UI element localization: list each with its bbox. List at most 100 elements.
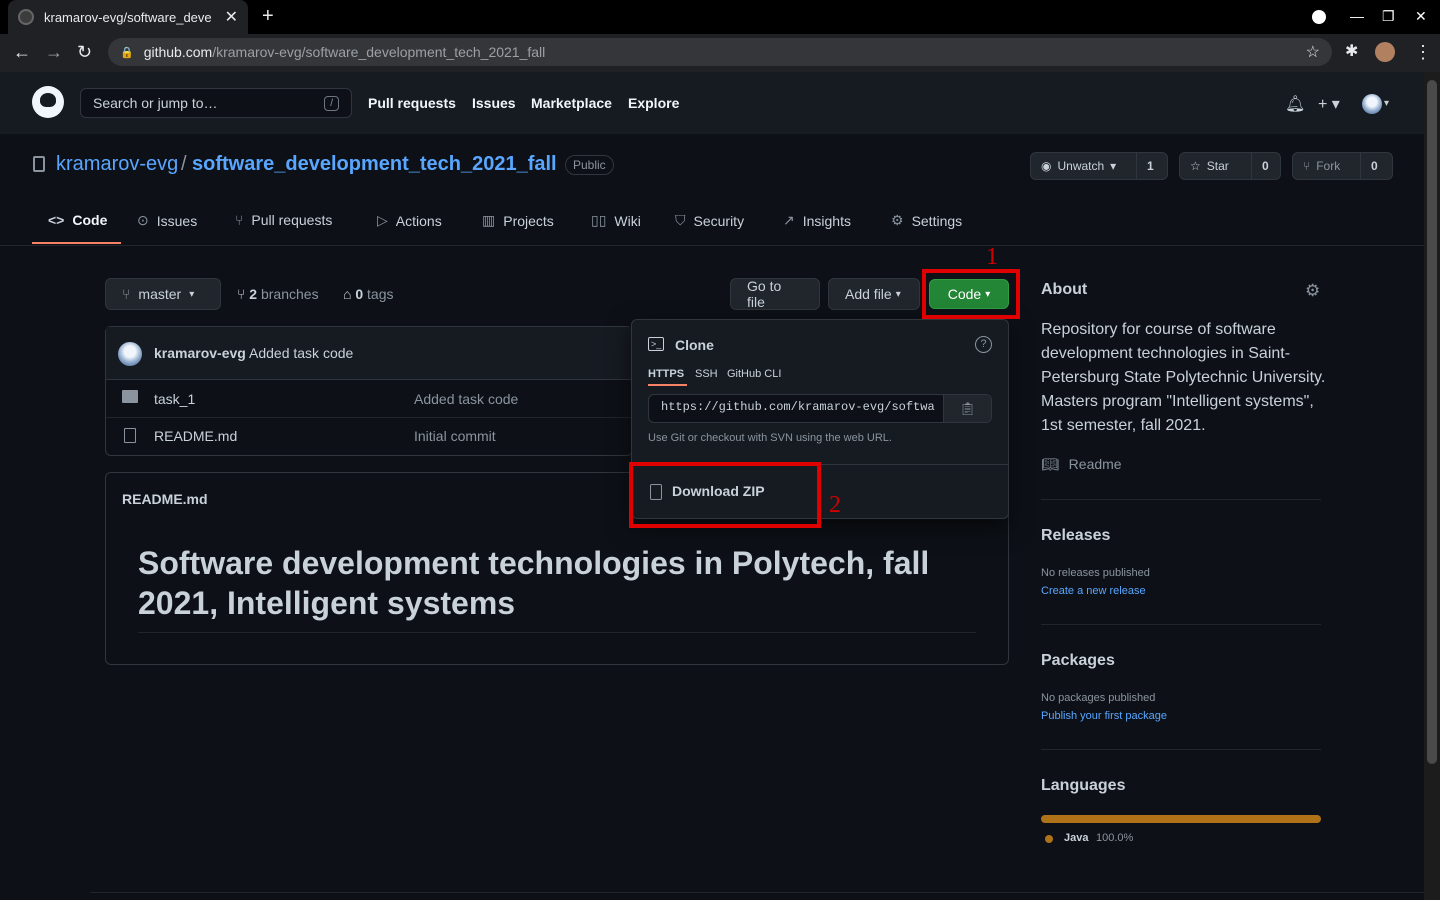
no-packages-text: No packages published: [1041, 692, 1156, 704]
unwatch-label: Unwatch: [1057, 159, 1105, 173]
branch-name: master: [138, 286, 182, 302]
terminal-icon: >_: [648, 337, 664, 351]
readme-label[interactable]: README.md: [122, 491, 208, 507]
eye-icon: ◉: [1041, 159, 1052, 173]
commit-author[interactable]: kramarov-evg: [154, 345, 246, 361]
nav-pull-requests[interactable]: Pull requests: [368, 95, 456, 111]
file-name-link[interactable]: README.md: [154, 428, 237, 444]
branches-link[interactable]: ⑂ 2 branches: [237, 286, 319, 302]
clone-hint: Use Git or checkout with SVN using the w…: [648, 432, 892, 444]
minimize-icon[interactable]: —: [1350, 8, 1364, 24]
clone-tab-underline: [648, 384, 687, 386]
tab-projects[interactable]: ▥ Projects: [482, 212, 554, 229]
clone-tab-ssh[interactable]: SSH: [695, 368, 718, 380]
language-color-dot: [1045, 835, 1053, 843]
tags-link[interactable]: ⌂ 0 tags: [343, 286, 394, 302]
maximize-icon[interactable]: ❐: [1382, 8, 1395, 25]
star-button[interactable]: ☆ Star 0: [1179, 152, 1281, 180]
publish-package-link[interactable]: Publish your first package: [1041, 710, 1167, 722]
tab-wiki[interactable]: ▯▯ Wiki: [591, 212, 641, 229]
avatar[interactable]: [118, 342, 142, 366]
add-file-button[interactable]: Add file ▾: [828, 278, 920, 310]
notifications-bell-icon[interactable]: 🔔︎: [1285, 94, 1305, 114]
tab-issues[interactable]: ⊙ Issues: [137, 212, 197, 229]
active-tab-underline: [32, 242, 121, 244]
fork-button[interactable]: ⑂ Fork 0: [1292, 152, 1393, 180]
project-icon: ▥: [482, 212, 496, 228]
annotation-number-2: 2: [829, 492, 841, 518]
language-bar: [1041, 815, 1321, 823]
tab-insights[interactable]: ↗ Insights: [783, 212, 851, 229]
back-icon[interactable]: ←: [13, 42, 31, 62]
gear-icon[interactable]: ⚙: [1305, 281, 1320, 301]
annotation-box-download-zip: [629, 462, 821, 528]
browser-tab[interactable]: kramarov-evg/software_deve ✕: [8, 0, 248, 34]
about-description: Repository for course of software develo…: [1041, 321, 1326, 434]
file-commit-message[interactable]: Initial commit: [414, 428, 496, 444]
no-releases-text: No releases published: [1041, 567, 1150, 579]
tab-actions[interactable]: ▷ Actions: [377, 212, 442, 229]
search-placeholder: Search or jump to…: [93, 95, 218, 111]
repo-owner-link[interactable]: kramarov-evg: [56, 153, 178, 176]
nav-issues[interactable]: Issues: [472, 95, 516, 111]
browser-profile-avatar[interactable]: [1375, 42, 1395, 62]
language-percent: 100.0%: [1096, 832, 1134, 844]
create-new-icon[interactable]: + ▾: [1318, 94, 1340, 114]
tab-actions-label: Actions: [395, 212, 442, 229]
clone-tab-https[interactable]: HTTPS: [648, 368, 684, 380]
nav-marketplace[interactable]: Marketplace: [531, 95, 612, 111]
user-avatar[interactable]: [1362, 94, 1382, 114]
copy-clipboard-button[interactable]: 📋︎: [943, 395, 991, 422]
profile-menu-icon[interactable]: [1312, 10, 1326, 24]
gear-icon: ⚙: [891, 212, 904, 228]
nav-explore[interactable]: Explore: [628, 95, 679, 111]
tabs-divider: [0, 245, 1424, 246]
create-release-link[interactable]: Create a new release: [1041, 585, 1146, 597]
tab-insights-label: Insights: [802, 212, 851, 229]
reload-icon[interactable]: ↻: [77, 42, 92, 62]
packages-title[interactable]: Packages: [1041, 652, 1115, 670]
play-icon: ▷: [377, 212, 388, 228]
branches-count: 2: [249, 286, 258, 302]
sidebar-divider: [1041, 749, 1321, 750]
file-name-link[interactable]: task_1: [154, 391, 195, 407]
about-title: About: [1041, 281, 1088, 298]
readme-divider: [138, 632, 976, 633]
issue-icon: ⊙: [137, 212, 149, 228]
browser-tab-title: kramarov-evg/software_deve: [44, 9, 212, 25]
new-tab-button[interactable]: +: [262, 6, 274, 26]
close-window-icon[interactable]: ✕: [1415, 8, 1427, 25]
branch-select-button[interactable]: ⑂ master ▾: [105, 278, 221, 310]
file-commit-message[interactable]: Added task code: [414, 391, 518, 407]
search-input[interactable]: Search or jump to… /: [80, 88, 352, 118]
add-file-label: Add file: [845, 286, 892, 302]
github-logo-icon[interactable]: [32, 86, 64, 118]
clone-url-text[interactable]: https://github.com/kramarov-evg/software…: [661, 400, 935, 414]
unwatch-button[interactable]: ◉ Unwatch ▾ 1: [1030, 152, 1168, 180]
close-tab-icon[interactable]: ✕: [225, 7, 238, 27]
language-name[interactable]: Java: [1064, 832, 1088, 844]
bookmark-star-icon[interactable]: ☆: [1306, 42, 1320, 62]
help-icon[interactable]: ?: [975, 336, 992, 353]
readme-link[interactable]: 📖︎ Readme: [1041, 456, 1122, 473]
commit-message[interactable]: Added task code: [249, 345, 353, 361]
scrollbar-thumb[interactable]: [1427, 80, 1437, 764]
tab-code[interactable]: <> Code: [48, 212, 107, 228]
forward-icon[interactable]: →: [45, 42, 63, 62]
tab-security[interactable]: ⛉ Security: [675, 212, 744, 229]
repo-name-link[interactable]: software_development_tech_2021_fall: [192, 153, 557, 176]
go-to-file-button[interactable]: Go to file: [730, 278, 820, 310]
star-count: 0: [1262, 159, 1269, 173]
graph-icon: ↗: [783, 212, 795, 228]
tab-pull-requests[interactable]: ⑂ Pull requests: [235, 212, 332, 228]
browser-menu-icon[interactable]: ⋮: [1414, 42, 1432, 62]
shield-icon: ⛉: [675, 212, 686, 228]
tab-settings[interactable]: ⚙ Settings: [891, 212, 962, 229]
releases-title[interactable]: Releases: [1041, 527, 1110, 545]
branch-icon: ⑂: [237, 286, 246, 302]
chevron-down-icon[interactable]: ▾: [1384, 98, 1389, 109]
address-bar[interactable]: 🔒 github.com /kramarov-evg/software_deve…: [108, 38, 1332, 66]
extensions-icon[interactable]: ✱: [1345, 42, 1358, 62]
code-icon: <>: [48, 212, 65, 228]
clone-tab-github-cli[interactable]: GitHub CLI: [727, 368, 781, 380]
